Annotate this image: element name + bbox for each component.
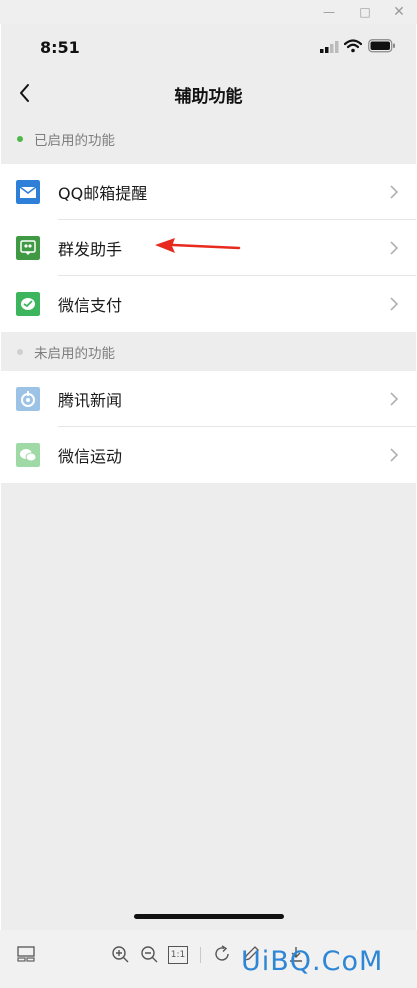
chevron-right-icon xyxy=(390,241,399,255)
section-enabled-header: 已启用的功能 xyxy=(1,121,416,157)
list-item-tencent-news[interactable]: 腾讯新闻 xyxy=(1,371,416,427)
battery-icon xyxy=(368,39,395,53)
maximize-icon[interactable]: □ xyxy=(356,3,374,21)
chevron-right-icon xyxy=(390,185,399,199)
page-title: 辅助功能 xyxy=(174,87,243,107)
zoom-in-icon[interactable] xyxy=(110,944,130,964)
red-arrow-annotation xyxy=(155,238,241,253)
list-item-label: QQ邮箱提醒 xyxy=(58,184,148,203)
chevron-right-icon xyxy=(390,448,399,462)
nav-bar: 辅助功能 xyxy=(1,72,416,116)
rotate-icon[interactable] xyxy=(212,944,232,964)
window-titlebar: — □ ✕ xyxy=(0,0,417,24)
wifi-icon xyxy=(344,39,362,53)
tencent-news-icon xyxy=(16,387,40,411)
cellular-signal-icon xyxy=(320,41,339,53)
chevron-right-icon xyxy=(390,297,399,311)
home-indicator xyxy=(134,914,284,919)
list-item-label: 微信支付 xyxy=(58,296,123,315)
wechat-pay-icon xyxy=(16,292,40,316)
zoom-out-icon[interactable] xyxy=(139,944,159,964)
minimize-icon[interactable]: — xyxy=(320,3,338,21)
chevron-right-icon xyxy=(390,392,399,406)
wechat-sport-icon xyxy=(16,443,40,467)
phone-screen: 8:51 辅助功能 已启用的功能 QQ邮箱提醒 群发助手 微信支付 未启用的功能… xyxy=(1,24,416,930)
thumbnail-icon[interactable] xyxy=(16,944,36,964)
close-icon[interactable]: ✕ xyxy=(390,3,408,21)
status-dot-disabled xyxy=(17,349,23,355)
section-enabled-title: 已启用的功能 xyxy=(34,133,115,149)
list-item-label: 群发助手 xyxy=(58,240,123,259)
qq-mail-icon xyxy=(16,180,40,204)
list-item-label: 微信运动 xyxy=(58,447,123,466)
section-disabled-title: 未启用的功能 xyxy=(34,346,115,362)
actual-size-icon[interactable]: 1:1 xyxy=(168,946,188,964)
list-item-label: 腾讯新闻 xyxy=(58,391,123,410)
status-bar: 8:51 xyxy=(1,24,416,72)
list-item-wechat-pay[interactable]: 微信支付 xyxy=(1,276,416,332)
status-dot-enabled xyxy=(17,136,23,142)
list-item-qq-mail[interactable]: QQ邮箱提醒 xyxy=(1,164,416,220)
section-disabled-header: 未启用的功能 xyxy=(1,334,416,370)
site-watermark: UiBQ.CoM xyxy=(241,946,384,977)
list-item-wechat-sport[interactable]: 微信运动 xyxy=(1,427,416,483)
group-message-icon xyxy=(16,236,40,260)
disabled-features-list: 腾讯新闻 微信运动 xyxy=(1,371,416,483)
status-time: 8:51 xyxy=(40,38,80,57)
toolbar-separator xyxy=(200,947,201,963)
